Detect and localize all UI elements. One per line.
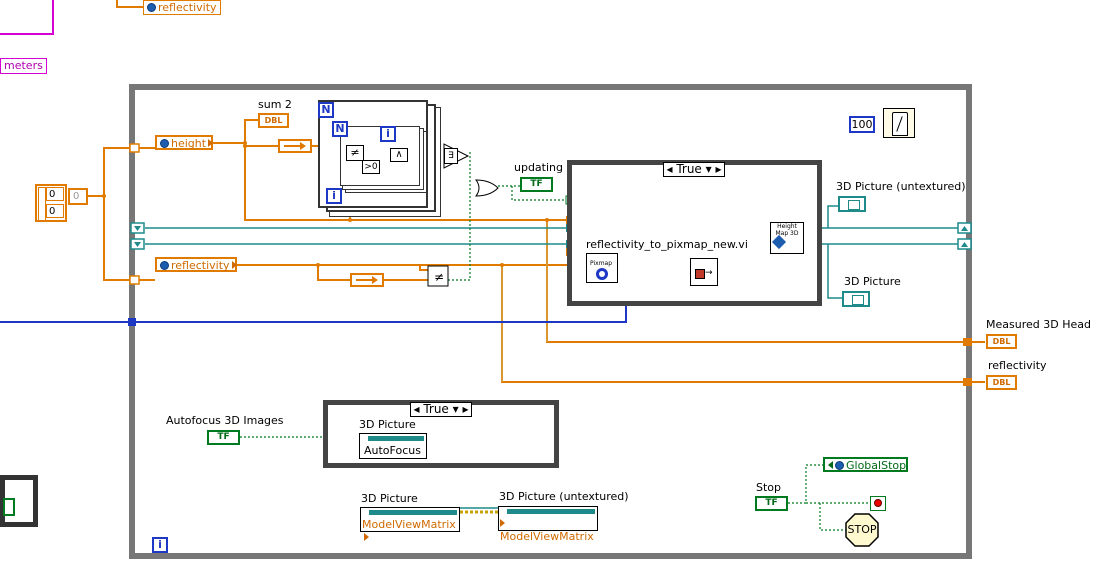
input-arrow-icon bbox=[500, 519, 505, 527]
pic-3d-label: 3D Picture bbox=[844, 275, 901, 288]
parameters-local-fragment[interactable]: meters bbox=[0, 58, 47, 74]
index-array-node[interactable]: ∃ bbox=[444, 148, 458, 164]
stop-if-true-icon bbox=[874, 499, 882, 507]
updating-label: updating bbox=[514, 161, 564, 174]
mvm-read-property-node[interactable]: ModelViewMatrix bbox=[360, 507, 460, 541]
array-constant[interactable]: 0 0 bbox=[35, 184, 67, 222]
height-local[interactable]: height bbox=[155, 135, 214, 150]
case-right-arrow-icon: ▸ bbox=[462, 402, 469, 416]
sum2-label: sum 2 bbox=[258, 98, 292, 111]
case-dropdown-icon: ▾ bbox=[705, 162, 712, 176]
shift-register-right-arrow[interactable] bbox=[278, 139, 312, 153]
mvm-write-property[interactable]: ModelViewMatrix bbox=[500, 517, 597, 543]
autofocus-pic-label: 3D Picture bbox=[359, 418, 416, 431]
mvm-untextured-label: 3D Picture (untextured) bbox=[499, 490, 629, 503]
pic-untextured-indicator[interactable] bbox=[838, 196, 866, 212]
reflectivity-out-indicator[interactable]: DBL bbox=[986, 375, 1017, 390]
top-reflectivity-wire bbox=[116, 0, 143, 8]
top-reflectivity-label: reflectivity bbox=[158, 1, 217, 14]
pic-untextured-label: 3D Picture (untextured) bbox=[836, 180, 966, 193]
arrow-right-icon: → bbox=[705, 268, 713, 278]
globe-icon bbox=[160, 261, 169, 270]
or-gate bbox=[475, 179, 499, 197]
main-case-selector[interactable]: ◂ True ▾ ▸ bbox=[663, 162, 725, 177]
picture-ref-bar bbox=[368, 436, 424, 441]
outer-loop-iteration-terminal[interactable]: i bbox=[326, 188, 342, 204]
output-arrow-icon bbox=[231, 261, 237, 269]
compare-inner-node[interactable]: >0 bbox=[362, 160, 380, 174]
input-arrow-icon bbox=[828, 461, 833, 469]
picture-ref-bar bbox=[507, 509, 595, 514]
autofocus-case-value: True bbox=[423, 402, 449, 416]
stop-function[interactable]: STOP bbox=[845, 513, 879, 547]
subvi-name-label: reflectivity_to_pixmap_new.vi bbox=[586, 238, 748, 251]
shift-register-right-arrow-2[interactable] bbox=[350, 273, 384, 287]
height-map-3d-subvi[interactable]: Height Map 3D bbox=[770, 222, 804, 254]
stop-sign-text: STOP bbox=[847, 523, 877, 536]
bottom-left-structure-fragment[interactable] bbox=[0, 475, 38, 527]
wait-until-next-ms-node[interactable] bbox=[883, 108, 915, 138]
mvm-pic-label: 3D Picture bbox=[361, 492, 418, 505]
pixmap-to-texture-node[interactable]: → bbox=[690, 258, 718, 286]
pic-3d-indicator[interactable] bbox=[842, 291, 870, 307]
mvm-write-property-node[interactable]: ModelViewMatrix bbox=[498, 506, 598, 543]
height-local-label: height bbox=[171, 137, 207, 150]
main-case-value: True bbox=[676, 162, 702, 176]
array-element-2[interactable]: 0 bbox=[46, 204, 64, 218]
pixmap-subvi-label: Pixmap bbox=[590, 260, 613, 267]
grid-icon bbox=[695, 269, 705, 279]
case-left-arrow-icon: ◂ bbox=[666, 162, 673, 176]
inner-loop-count-terminal[interactable]: N bbox=[332, 121, 348, 137]
sum2-indicator[interactable]: DBL bbox=[258, 113, 289, 128]
case-dropdown-icon: ▾ bbox=[452, 402, 459, 416]
while-loop-iteration-terminal[interactable]: i bbox=[152, 537, 168, 553]
autofocus-property[interactable]: AutoFocus bbox=[364, 444, 421, 457]
globalstop-local[interactable]: GlobalStop bbox=[823, 457, 908, 472]
outer-loop-count-terminal[interactable]: N bbox=[318, 102, 334, 118]
autofocus-images-label: Autofocus 3D Images bbox=[166, 414, 284, 427]
globe-icon bbox=[835, 461, 844, 470]
loop-condition-terminal[interactable] bbox=[870, 496, 886, 511]
autofocus-property-node[interactable]: AutoFocus bbox=[359, 433, 427, 459]
picture-ref-bar bbox=[369, 510, 457, 515]
reflectivity-local-label: reflectivity bbox=[171, 259, 230, 272]
case-right-arrow-icon: ▸ bbox=[715, 162, 722, 176]
array-element-1[interactable]: 0 bbox=[46, 187, 64, 201]
output-arrow-icon bbox=[364, 533, 369, 541]
top-reflectivity-local[interactable]: reflectivity bbox=[143, 0, 221, 15]
wire-array-bottom bbox=[103, 196, 132, 281]
svg-text:≠: ≠ bbox=[434, 270, 444, 284]
globe-icon bbox=[147, 3, 156, 12]
stop-control[interactable]: TF bbox=[755, 496, 788, 511]
reflectivity-to-pixmap-subvi[interactable]: Pixmap bbox=[586, 253, 618, 283]
picture-icon bbox=[852, 295, 864, 305]
inner-loop-iteration-terminal[interactable]: i bbox=[380, 126, 396, 142]
measured-head-indicator[interactable]: DBL bbox=[986, 334, 1017, 349]
reflectivity-out-label: reflectivity bbox=[988, 359, 1047, 372]
case-left-arrow-icon: ◂ bbox=[413, 402, 420, 416]
mvm-read-property[interactable]: ModelViewMatrix bbox=[362, 518, 459, 544]
cube-icon bbox=[771, 234, 787, 250]
wait-ms-constant[interactable]: 100 bbox=[849, 116, 875, 133]
picture-icon bbox=[848, 200, 860, 210]
output-arrow-icon bbox=[208, 139, 214, 147]
reflectivity-local[interactable]: reflectivity bbox=[155, 257, 237, 272]
autofocus-images-control[interactable]: TF bbox=[207, 430, 240, 445]
globalstop-label: GlobalStop bbox=[846, 459, 907, 472]
updating-indicator[interactable]: TF bbox=[520, 177, 553, 192]
bool-terminal-fragment[interactable] bbox=[3, 498, 15, 516]
parameters-local-label: meters bbox=[4, 59, 43, 72]
stop-label: Stop bbox=[756, 481, 782, 494]
and-inner-node[interactable]: ∧ bbox=[390, 148, 408, 162]
not-equal-inner-node[interactable]: ≠ bbox=[346, 145, 364, 161]
autofocus-case-selector[interactable]: ◂ True ▾ ▸ bbox=[410, 402, 472, 417]
globe-icon bbox=[160, 139, 169, 148]
array-index-constant[interactable]: 0 bbox=[68, 188, 88, 205]
magenta-cluster-edge bbox=[0, 0, 54, 35]
wire-array-top bbox=[88, 147, 132, 197]
measured-head-label: Measured 3D Head bbox=[986, 318, 1091, 331]
